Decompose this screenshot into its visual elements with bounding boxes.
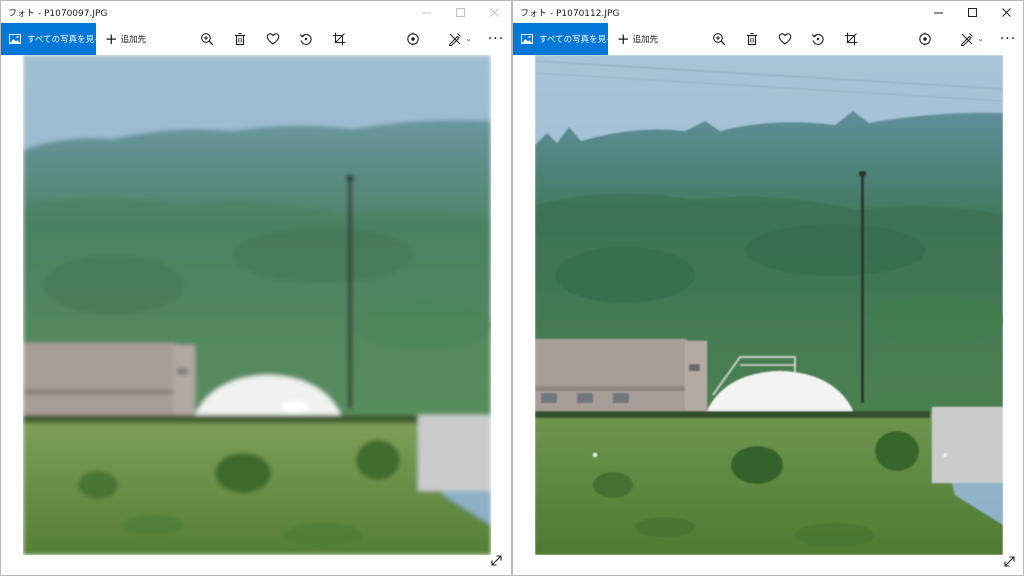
zoom-button[interactable] <box>190 23 223 55</box>
more-icon: ··· <box>999 31 1017 47</box>
chevron-down-icon: ⌄ <box>977 34 984 43</box>
close-icon <box>489 7 499 17</box>
delete-button[interactable] <box>735 23 768 55</box>
edit-draw-icon <box>960 33 973 46</box>
landscape-photo <box>535 55 1003 555</box>
landscape-photo <box>23 55 491 555</box>
toolbar: すべての写真を見る + 追加先 ⌄ ··· <box>513 23 1023 55</box>
delete-button[interactable] <box>223 23 256 55</box>
edit-draw-icon <box>448 33 461 46</box>
photos-window-left: フォト - P1070097.JPG すべての写真を見る + 追加先 ⌄ ··· <box>0 0 512 576</box>
more-button[interactable]: ··· <box>993 23 1023 55</box>
crop-button[interactable] <box>322 23 355 55</box>
expand-icon <box>490 554 502 566</box>
close-icon <box>1001 7 1011 17</box>
minimize-icon <box>933 12 943 13</box>
chevron-down-icon: ⌄ <box>465 34 472 43</box>
crop-button[interactable] <box>834 23 867 55</box>
photo-view[interactable] <box>23 55 491 555</box>
crop-icon <box>844 32 857 46</box>
maximize-icon <box>455 7 465 17</box>
photos-icon <box>9 33 21 45</box>
add-to-label: 追加先 <box>632 35 659 45</box>
rotate-button[interactable] <box>801 23 834 55</box>
close-button[interactable] <box>477 1 511 23</box>
maximize-icon <box>967 7 977 17</box>
zoom-in-icon <box>200 33 214 46</box>
enhance-button[interactable] <box>396 23 429 55</box>
zoom-in-icon <box>712 33 726 46</box>
window-title: フォト - P1070097.JPG <box>8 8 108 19</box>
rotate-icon <box>299 33 312 45</box>
photos-window-right: フォト - P1070112.JPG すべての写真を見る + 追加先 ⌄ ··· <box>512 0 1024 576</box>
plus-icon: + <box>617 29 630 48</box>
edit-create-button[interactable]: ⌄ <box>951 23 993 55</box>
expand-icon <box>1003 555 1015 567</box>
crop-icon <box>332 32 345 46</box>
more-button[interactable]: ··· <box>481 23 511 55</box>
window-title: フォト - P1070112.JPG <box>520 8 620 19</box>
expand-button[interactable] <box>488 552 504 568</box>
edit-create-button[interactable]: ⌄ <box>439 23 481 55</box>
maximize-button[interactable] <box>955 1 989 23</box>
more-icon: ··· <box>487 31 505 47</box>
trash-icon <box>234 32 245 46</box>
expand-button[interactable] <box>1001 553 1017 569</box>
window-controls <box>921 1 1023 23</box>
window-controls <box>409 1 511 23</box>
add-to-button[interactable]: + 追加先 <box>96 23 154 55</box>
rotate-button[interactable] <box>289 23 322 55</box>
see-all-photos-label: すべての写真を見る <box>539 35 615 45</box>
heart-icon <box>778 33 791 45</box>
trash-icon <box>746 32 757 46</box>
enhance-icon <box>918 32 931 46</box>
minimize-button[interactable] <box>409 1 443 23</box>
rotate-icon <box>811 33 824 45</box>
minimize-button[interactable] <box>921 1 955 23</box>
close-button[interactable] <box>989 1 1023 23</box>
see-all-photos-button[interactable]: すべての写真を見る <box>1 23 103 55</box>
plus-icon: + <box>105 29 118 48</box>
maximize-button[interactable] <box>443 1 477 23</box>
see-all-photos-label: すべての写真を見る <box>27 35 103 45</box>
add-to-label: 追加先 <box>120 35 147 45</box>
photos-icon <box>521 33 533 45</box>
see-all-photos-button[interactable]: すべての写真を見る <box>513 23 615 55</box>
desktop: フォト - P1070097.JPG すべての写真を見る + 追加先 ⌄ ···… <box>0 0 1024 576</box>
toolbar: すべての写真を見る + 追加先 ⌄ ··· <box>1 23 511 55</box>
favorite-button[interactable] <box>768 23 801 55</box>
zoom-button[interactable] <box>702 23 735 55</box>
title-bar[interactable]: フォト - P1070112.JPG <box>513 1 1023 23</box>
enhance-button[interactable] <box>908 23 941 55</box>
photo-view[interactable] <box>535 55 1003 555</box>
title-bar[interactable]: フォト - P1070097.JPG <box>1 1 511 23</box>
minimize-icon <box>421 12 431 13</box>
enhance-icon <box>406 32 419 46</box>
add-to-button[interactable]: + 追加先 <box>608 23 666 55</box>
favorite-button[interactable] <box>256 23 289 55</box>
heart-icon <box>266 33 279 45</box>
